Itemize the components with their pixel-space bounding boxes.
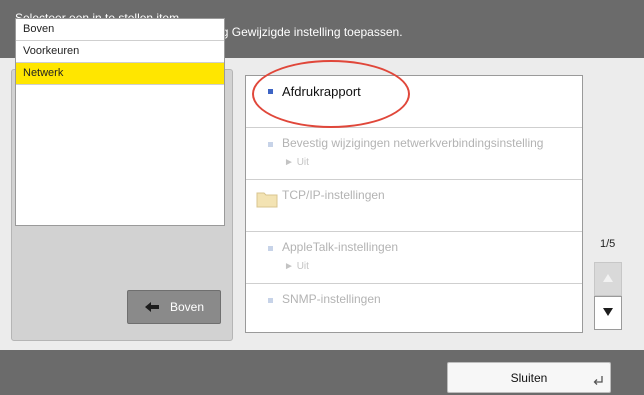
- navigation-list: Boven Voorkeuren Netwerk: [15, 18, 225, 226]
- settings-item-label: SNMP-instellingen: [282, 292, 381, 306]
- close-button[interactable]: Sluiten: [447, 362, 611, 393]
- bullet-icon: [268, 89, 273, 94]
- settings-item-label: AppleTalk-instellingen: [282, 240, 399, 254]
- bullet-icon: [268, 246, 273, 251]
- nav-item-label: Netwerk: [23, 67, 64, 79]
- nav-item-label: Boven: [23, 23, 55, 35]
- page-indicator: 1/5: [600, 238, 616, 250]
- triangle-up-icon: [602, 270, 614, 288]
- settings-item-value: ► Uit: [284, 157, 309, 168]
- settings-list: Afdrukrapport Bevestig wijzigingen netwe…: [245, 75, 583, 333]
- bullet-icon: [268, 298, 273, 303]
- close-button-label: Sluiten: [510, 370, 548, 385]
- up-arrow-icon: [144, 300, 160, 314]
- folder-icon: [256, 190, 278, 213]
- settings-item-tcpip: TCP/IP-instellingen: [246, 180, 582, 232]
- scroll-down-button[interactable]: [594, 296, 622, 330]
- scroll-up-button[interactable]: [594, 262, 622, 296]
- nav-item-label: Voorkeuren: [23, 45, 80, 57]
- nav-item-boven[interactable]: Boven: [16, 19, 224, 41]
- value-text: Uit: [296, 157, 309, 168]
- bullet-icon: [268, 142, 273, 147]
- nav-item-voorkeuren[interactable]: Voorkeuren: [16, 41, 224, 63]
- settings-item-value: ► Uit: [284, 261, 309, 272]
- settings-item-network-confirm: Bevestig wijzigingen netwerkverbindingsi…: [246, 128, 582, 180]
- settings-item-snmp: SNMP-instellingen: [246, 284, 582, 332]
- triangle-down-icon: [602, 304, 614, 322]
- settings-item-label: Bevestig wijzigingen netwerkverbindingsi…: [282, 136, 544, 150]
- settings-item-label: Afdrukrapport: [282, 84, 361, 99]
- settings-item-label: TCP/IP-instellingen: [282, 188, 385, 202]
- enter-icon: [592, 374, 604, 388]
- settings-item-appletalk: AppleTalk-instellingen ► Uit: [246, 232, 582, 284]
- up-button[interactable]: Boven: [127, 290, 221, 324]
- nav-item-netwerk[interactable]: Netwerk: [16, 63, 224, 85]
- up-button-label: Boven: [169, 300, 205, 314]
- value-text: Uit: [296, 261, 309, 272]
- settings-item-afdrukrapport[interactable]: Afdrukrapport: [246, 76, 582, 128]
